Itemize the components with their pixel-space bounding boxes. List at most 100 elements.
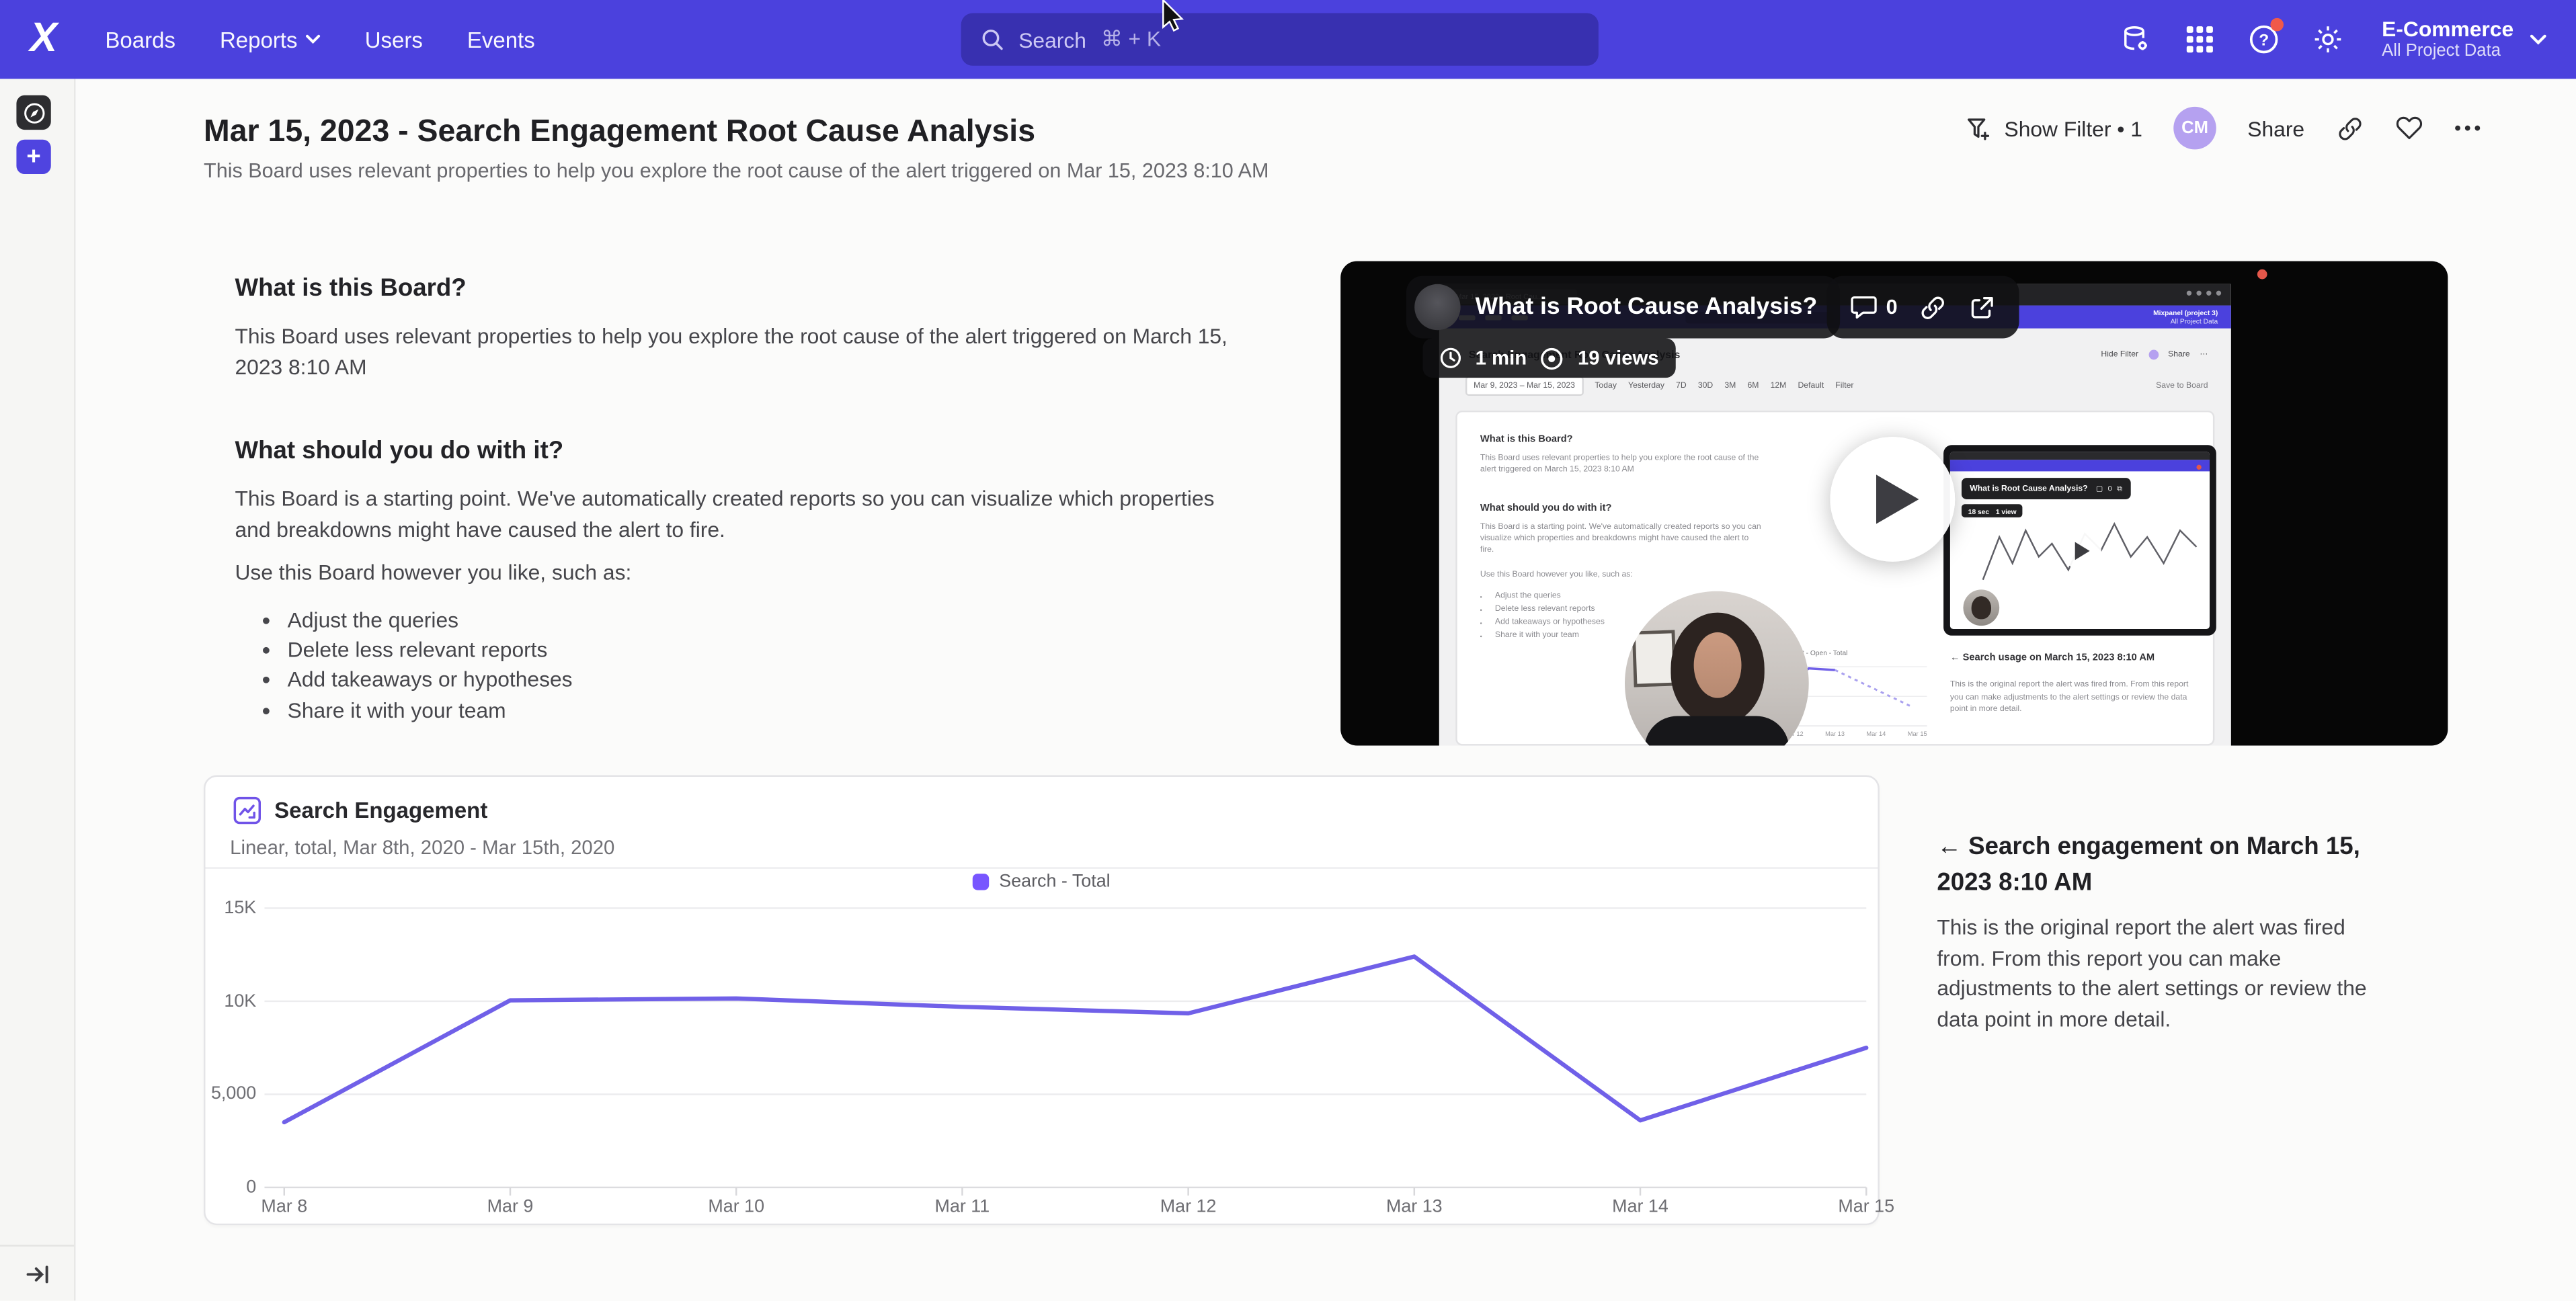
video-title-bar: What is Root Cause Analysis? [1406, 276, 1841, 339]
list-item: Delete less relevant reports [288, 636, 573, 665]
top-nav: X Boards Reports Users Events Search ⌘ +… [0, 0, 2576, 79]
chevron-down-icon [2530, 34, 2546, 45]
mini-bullet-list: Adjust the queriesDelete less relevant r… [1484, 589, 1605, 642]
search-shortcut: ⌘ + K [1101, 26, 1161, 52]
project-selector[interactable]: E-Commerce All Project Data [2382, 16, 2546, 62]
left-rail: + [0, 79, 75, 1300]
nav-item-reports-label: Reports [220, 27, 298, 52]
data-management-icon[interactable] [2119, 23, 2152, 56]
mini-content-card: What is this Board? This Board uses rele… [1455, 411, 2214, 746]
video-meta-bar: 1 min 19 views [1422, 338, 1675, 378]
open-external-icon[interactable] [1968, 293, 1997, 321]
mini-paragraph-1: This Board uses relevant properties to h… [1480, 454, 1763, 476]
list-item: Add takeaways or hypotheses [288, 666, 573, 696]
project-scope: All Project Data [2382, 41, 2513, 62]
mini-board-actions: Hide Filter Share ⋯ [2101, 350, 2208, 360]
aside-note-body: This is the original report the alert wa… [1937, 913, 2374, 1035]
mini-heading-1: What is this Board? [1480, 435, 1573, 446]
eye-icon [1540, 345, 1565, 370]
line-chart [205, 885, 1881, 1226]
mini-aside-title: ← Search usage on March 15, 2023 8:10 AM [1950, 652, 2200, 665]
report-title: Search Engagement [274, 798, 487, 823]
chevron-down-icon [306, 34, 321, 44]
play-icon [1876, 474, 1919, 523]
doc-paragraph-2: This Board is a starting point. We've au… [235, 485, 1246, 545]
search-placeholder: Search [1018, 27, 1086, 52]
favorite-button[interactable] [2395, 115, 2423, 141]
project-name: E-Commerce [2382, 16, 2513, 41]
heart-icon [2395, 115, 2423, 141]
report-subtitle: Linear, total, Mar 8th, 2020 - Mar 15th,… [230, 836, 614, 859]
nav-item-reports[interactable]: Reports [220, 27, 321, 52]
notification-badge [2270, 18, 2284, 32]
list-item: Share it with your team [288, 696, 573, 725]
mini-project-name: Mixpanel (project 3) [2153, 308, 2218, 316]
doc-bullet-list: Adjust the queries Delete less relevant … [264, 606, 572, 726]
aside-note-title: ← Search engagement on March 15, 2023 8:… [1937, 829, 2374, 900]
collapse-arrow-icon [26, 1264, 48, 1284]
mini-project-label: Mixpanel (project 3) All Project Data [2153, 308, 2218, 326]
search-input[interactable]: Search ⌘ + K [961, 13, 1599, 66]
mini-date-range: Mar 9, 2023 – Mar 15, 2023 [1465, 375, 1583, 394]
nested-video-title: What is Root Cause Analysis? [1970, 484, 2087, 494]
nested-nav-bar [1950, 460, 2210, 471]
video-player[interactable]: Mar 15, 2023 - Root Cau... Mixpanel (pro… [1340, 261, 2448, 746]
doc-heading-1: What is this Board? [235, 274, 466, 302]
mini-save-to-board: Save to Board [2156, 381, 2208, 391]
link-icon[interactable] [1919, 293, 1947, 321]
show-filter-button[interactable]: Show Filter • 1 [1965, 114, 2142, 142]
search-icon [981, 28, 1004, 51]
doc-heading-2: What should you do with it? [235, 437, 563, 465]
nav-item-boards[interactable]: Boards [105, 27, 175, 52]
mini-hide-filter: Hide Filter [2101, 350, 2138, 360]
ellipsis-icon [2454, 125, 2481, 132]
video-presenter-avatar [1414, 284, 1460, 330]
video-toolbar: 0 [1827, 276, 2019, 339]
copy-link-button[interactable] [2336, 114, 2364, 142]
list-item: Adjust the queries [288, 606, 573, 636]
avatar[interactable]: CM [2173, 107, 2216, 150]
compass-icon [22, 101, 45, 124]
board-subtitle: This Board uses relevant properties to h… [204, 159, 1269, 182]
share-button[interactable]: Share [2247, 116, 2304, 140]
expand-sidebar-button[interactable] [0, 1245, 74, 1300]
board-actions: Show Filter • 1 CM Share [1965, 105, 2481, 151]
recording-dot-icon [2196, 465, 2201, 470]
mixpanel-logo-icon[interactable]: X [22, 16, 66, 60]
video-title: What is Root Cause Analysis? [1476, 294, 1818, 320]
comment-icon[interactable] [1850, 294, 1878, 320]
board-title: Mar 15, 2023 - Search Engagement Root Ca… [204, 115, 1035, 151]
nested-views: 1 view [1996, 507, 2017, 515]
nested-webcam [1963, 589, 1999, 626]
video-views: 19 views [1578, 347, 1659, 370]
primary-nav: Boards Reports Users Events [105, 0, 534, 79]
discover-boards-button[interactable] [16, 95, 50, 130]
mini-heading-2: What should you do with it? [1480, 504, 1612, 514]
mini-paragraph-2: This Board is a starting point. We've au… [1480, 522, 1763, 556]
doc-paragraph-1: This Board uses relevant properties to h… [235, 322, 1246, 382]
nested-video-frame: What is Root Cause Analysis? ▢0 ⧉ 18 sec… [1943, 445, 2216, 635]
report-card[interactable]: Search Engagement Linear, total, Mar 8th… [204, 775, 1880, 1226]
mini-browser-icons [2187, 291, 2221, 296]
mini-share: Share [2168, 350, 2190, 360]
mini-board-page: Search Engagement Root Cause Analysis Hi… [1439, 329, 2231, 746]
mini-paragraph-3: Use this Board however you like, such as… [1480, 570, 1763, 581]
apps-grid-icon[interactable] [2183, 23, 2216, 56]
mixpanel-board-app: X Boards Reports Users Events Search ⌘ +… [0, 0, 2576, 1301]
video-play-button[interactable] [1830, 437, 1955, 562]
settings-gear-icon[interactable] [2311, 23, 2344, 56]
help-icon[interactable]: ? [2247, 23, 2280, 56]
divider [205, 867, 1878, 868]
nested-play-button [2062, 530, 2101, 570]
more-menu-button[interactable] [2454, 125, 2481, 132]
clock-icon [1439, 347, 1462, 370]
video-duration: 1 min [1476, 347, 1527, 370]
nav-item-events[interactable]: Events [467, 27, 535, 52]
plus-icon: + [26, 141, 40, 172]
nav-item-users[interactable]: Users [365, 27, 423, 52]
mini-project-scope: All Project Data [2153, 317, 2218, 327]
link-icon [2336, 114, 2364, 142]
create-new-button[interactable]: + [16, 140, 50, 174]
recording-indicator-icon [2257, 269, 2267, 280]
mini-avatar [2148, 350, 2159, 360]
